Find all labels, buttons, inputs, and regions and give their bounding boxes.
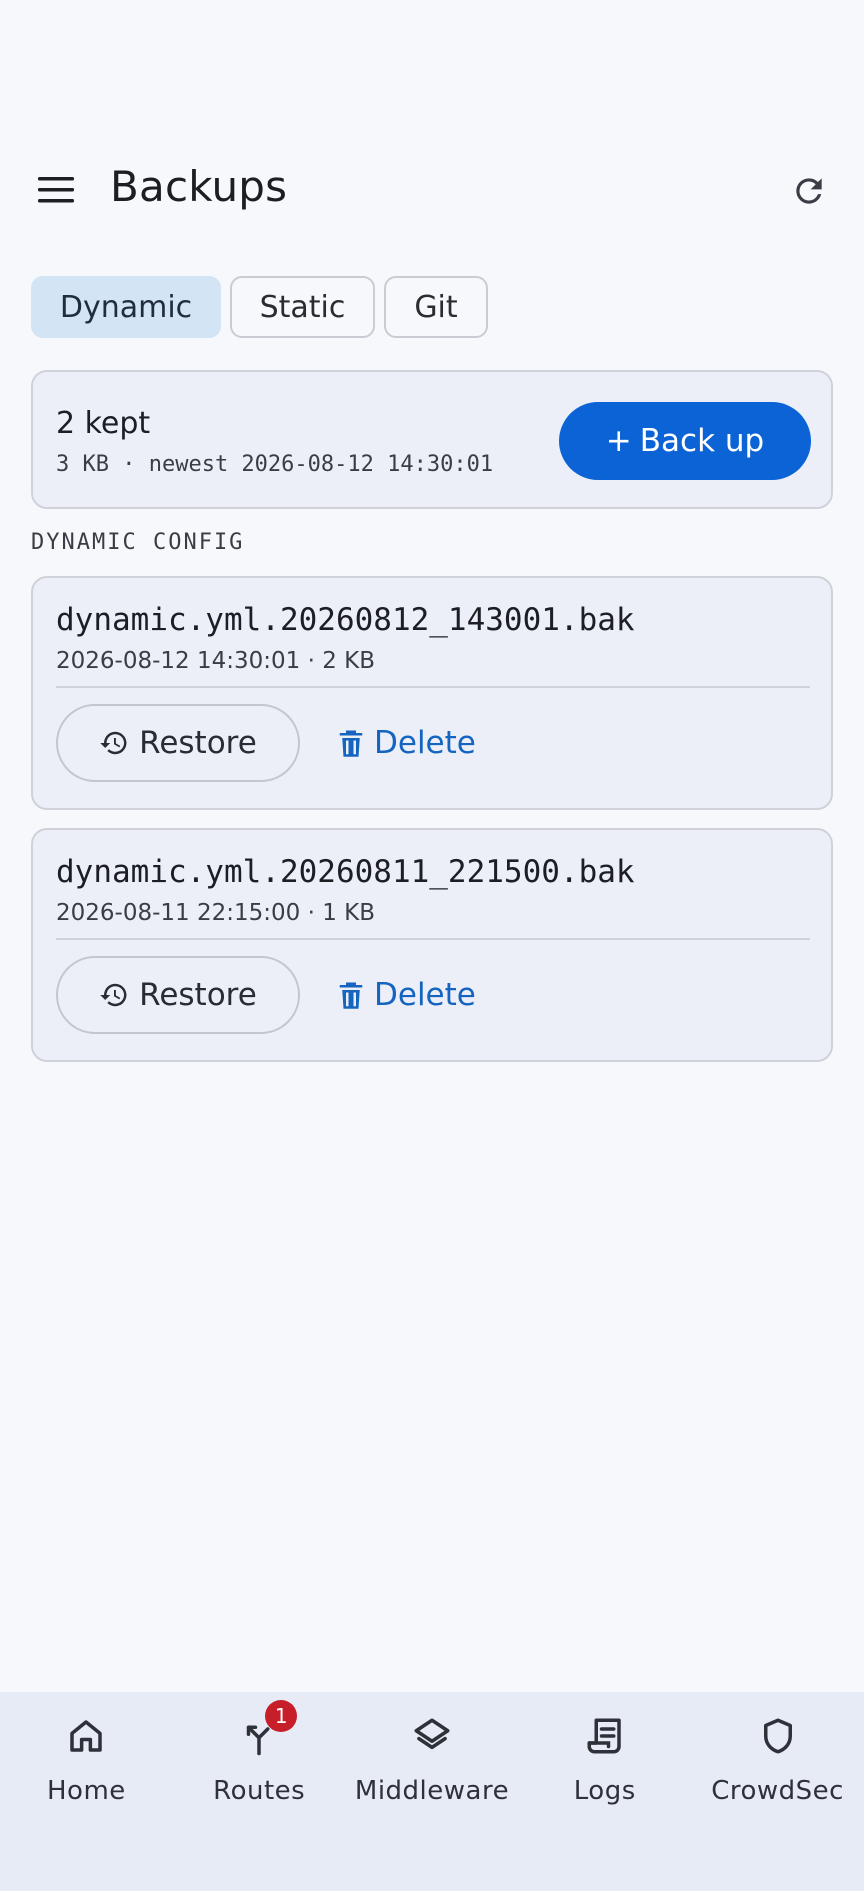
nav-label: Middleware [354, 1776, 510, 1806]
nav-label: CrowdSec [711, 1776, 844, 1806]
nav-item-logs[interactable]: Logs [518, 1692, 691, 1891]
divider [56, 686, 810, 688]
logs-icon [587, 1718, 621, 1754]
divider [56, 938, 810, 940]
bottom-navigation: Home 1 Routes Middleware Logs CrowdSec [0, 1692, 864, 1891]
nav-label: Routes [213, 1776, 306, 1806]
file-meta: 2026-08-12 14:30:01 · 2 KB [56, 648, 376, 674]
refresh-icon [796, 178, 822, 204]
nav-item-routes[interactable]: 1 Routes [173, 1692, 346, 1891]
tab-git[interactable]: Git [384, 276, 488, 338]
backup-file-card: dynamic.yml.20260812_143001.bak 2026-08-… [31, 576, 833, 810]
delete-label: Delete [374, 977, 476, 1013]
tab-static[interactable]: Static [230, 276, 375, 338]
routes-badge: 1 [265, 1700, 298, 1732]
layers-icon [414, 1718, 450, 1750]
trash-icon [339, 730, 363, 757]
menu-button[interactable] [32, 170, 80, 210]
nav-item-middleware[interactable]: Middleware [346, 1692, 519, 1891]
restore-button[interactable]: Restore [56, 956, 300, 1034]
refresh-button[interactable] [786, 168, 832, 214]
file-name: dynamic.yml.20260812_143001.bak [56, 602, 635, 638]
nav-item-crowdsec[interactable]: CrowdSec [691, 1692, 864, 1891]
backup-type-tabs: Dynamic Static Git [31, 276, 488, 338]
delete-label: Delete [374, 725, 476, 761]
back-up-label: Back up [639, 423, 765, 459]
top-app-bar: Backups [0, 150, 864, 230]
backup-count: 2 kept [56, 406, 151, 441]
nav-label: Home [47, 1776, 126, 1806]
trash-icon [339, 982, 363, 1009]
tab-dynamic[interactable]: Dynamic [31, 276, 221, 338]
nav-label: Logs [573, 1776, 636, 1806]
history-icon [100, 731, 127, 755]
backup-file-card: dynamic.yml.20260811_221500.bak 2026-08-… [31, 828, 833, 1062]
file-meta: 2026-08-11 22:15:00 · 1 KB [56, 900, 376, 926]
shield-icon [763, 1718, 792, 1754]
summary-card: 2 kept 3 KB · newest 2026-08-12 14:30:01… [31, 370, 833, 509]
restore-button[interactable]: Restore [56, 704, 300, 782]
history-icon [100, 983, 127, 1007]
section-label: DYNAMIC CONFIG [31, 530, 245, 555]
plus-icon: + [605, 423, 632, 459]
backup-summary-meta: 3 KB · newest 2026-08-12 14:30:01 [56, 452, 494, 477]
home-icon [70, 1720, 103, 1752]
page-title: Backups [110, 162, 288, 211]
restore-label: Restore [139, 725, 257, 761]
menu-icon [38, 177, 74, 203]
nav-item-home[interactable]: Home [0, 1692, 173, 1891]
delete-button[interactable]: Delete [338, 704, 488, 782]
restore-label: Restore [139, 977, 257, 1013]
file-name: dynamic.yml.20260811_221500.bak [56, 854, 635, 890]
delete-button[interactable]: Delete [338, 956, 488, 1034]
back-up-button[interactable]: + Back up [559, 402, 811, 480]
